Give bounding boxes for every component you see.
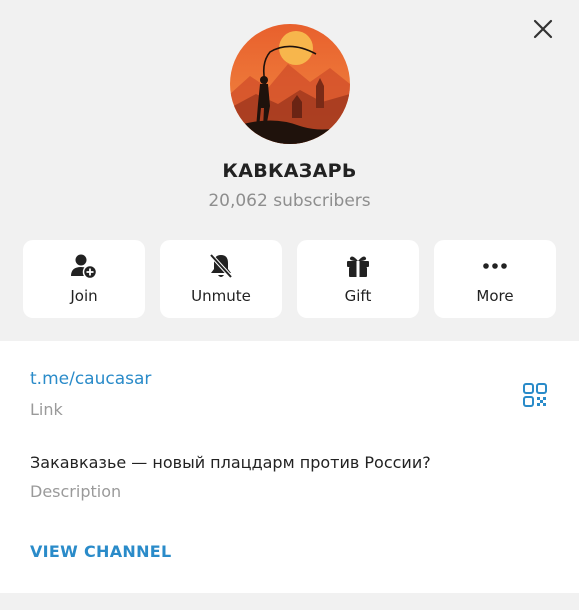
subscriber-count: 20,062 subscribers bbox=[208, 191, 371, 211]
channel-link[interactable]: t.me/caucasar bbox=[30, 369, 151, 389]
join-button[interactable]: Join bbox=[23, 240, 145, 318]
channel-header: КАВКАЗАРЬ 20,062 subscribers Join Unmute… bbox=[0, 0, 579, 340]
qr-code-icon bbox=[523, 383, 547, 407]
action-buttons: Join Unmute Gift More bbox=[23, 240, 556, 318]
avatar[interactable] bbox=[230, 24, 350, 144]
view-channel-button[interactable]: VIEW CHANNEL bbox=[30, 542, 172, 561]
more-dots-icon bbox=[483, 263, 507, 269]
bottom-divider bbox=[0, 593, 579, 610]
gift-icon bbox=[347, 256, 369, 277]
link-caption: Link bbox=[30, 400, 63, 419]
bell-off-icon bbox=[209, 253, 233, 279]
description-caption: Description bbox=[30, 482, 122, 501]
channel-info-section: t.me/caucasar Link Закавказье — новый пл… bbox=[0, 341, 579, 593]
more-label: More bbox=[476, 287, 514, 305]
unmute-label: Unmute bbox=[191, 287, 251, 305]
channel-description: Закавказье — новый плацдарм против Росси… bbox=[30, 453, 431, 472]
join-label: Join bbox=[70, 287, 98, 305]
unmute-button[interactable]: Unmute bbox=[160, 240, 282, 318]
close-icon bbox=[533, 19, 553, 39]
qr-code-button[interactable] bbox=[522, 382, 548, 408]
close-button[interactable] bbox=[528, 14, 558, 44]
more-button[interactable]: More bbox=[434, 240, 556, 318]
avatar-image bbox=[230, 24, 350, 144]
channel-title: КАВКАЗАРЬ bbox=[222, 160, 357, 182]
gift-label: Gift bbox=[344, 287, 372, 305]
gift-button[interactable]: Gift bbox=[297, 240, 419, 318]
add-user-icon bbox=[71, 254, 98, 280]
